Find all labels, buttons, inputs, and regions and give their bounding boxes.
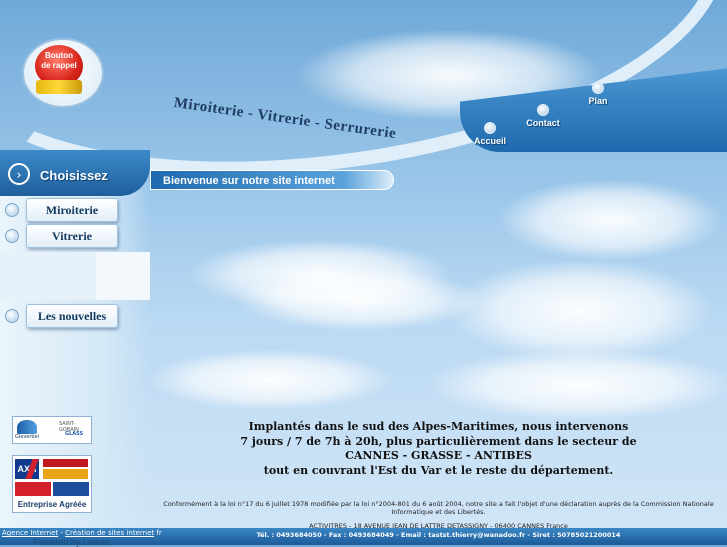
footer-links: Agence Internet - Création de sites inte… — [2, 529, 162, 537]
cloud — [450, 260, 710, 360]
partner-logo — [43, 459, 88, 467]
callback-button-base — [36, 80, 82, 94]
callback-label-line1: Bouton — [45, 51, 73, 60]
logo1-glass: GLASS — [65, 431, 84, 437]
nav-accueil[interactable]: Accueil — [472, 122, 508, 146]
partner-logo — [15, 482, 51, 496]
nav-dot-icon — [537, 104, 549, 116]
intro-line: CANNES - GRASSE - ANTIBES — [345, 449, 532, 462]
intro-line: 7 jours / 7 de 7h à 20h, plus particuliè… — [240, 434, 637, 448]
nav-label: Accueil — [473, 136, 506, 146]
logo1-brand: Glaverbel — [15, 434, 40, 440]
callback-label-line2: de rappel — [41, 61, 77, 70]
chevron-right-icon: › — [8, 163, 30, 185]
cloud — [150, 350, 390, 410]
cloud — [430, 350, 727, 420]
bullet-icon — [5, 203, 19, 217]
partner-logo — [53, 482, 89, 496]
nav-label: Plan — [588, 96, 608, 106]
sidebar-item-vitrerie[interactable]: Vitrerie — [26, 224, 118, 248]
contact-line: Tél. : 0493684050 - Fax : 0493684049 - E… — [256, 531, 621, 539]
partner-logo — [43, 469, 88, 479]
powered-by[interactable]: Powered by Linkeo — [33, 537, 110, 547]
cloud — [500, 180, 720, 260]
nav-dot-icon — [484, 122, 496, 134]
sidebar-spacer — [0, 252, 96, 300]
callback-button-label[interactable]: Bouton de rappel — [38, 51, 80, 71]
sidebar-item-miroiterie[interactable]: Miroiterie — [26, 198, 118, 222]
footer-suffix: fr — [154, 529, 162, 537]
intro-line: Implantés dans le sud des Alpes-Maritime… — [248, 420, 629, 433]
sidebar-item-les-nouvelles[interactable]: Les nouvelles — [26, 304, 118, 328]
intro-line: tout en couvrant l'Est du Var et le rest… — [263, 463, 614, 477]
nav-plan[interactable]: Plan — [583, 82, 613, 106]
logo2-footer: Entreprise Agréée — [13, 498, 91, 511]
legal-notice: Conformément à la loi n°17 du 6 juillet … — [163, 500, 714, 516]
bullet-icon — [5, 309, 19, 323]
sidebar-spacer — [96, 252, 150, 300]
creation-sites-link[interactable]: Création de sites internet — [65, 529, 154, 537]
agence-internet-link[interactable]: Agence Internet — [2, 529, 58, 537]
cloud — [240, 270, 480, 330]
glaverbel-logo[interactable]: Glaverbel SAINT-GOBAIN GLASS — [12, 416, 92, 444]
nav-dot-icon — [592, 82, 604, 94]
sidebar-heading: Choisissez — [40, 168, 108, 183]
nav-label: Contact — [526, 118, 560, 128]
insurance-partners-logo[interactable]: AXA Entreprise Agréée — [12, 455, 92, 513]
nav-contact[interactable]: Contact — [523, 104, 563, 128]
intro-text: Implantés dans le sud des Alpes-Maritime… — [150, 420, 727, 478]
glaverbel-mark-icon — [17, 420, 37, 434]
bullet-icon — [5, 229, 19, 243]
welcome-banner: Bienvenue sur notre site internet — [150, 170, 394, 190]
